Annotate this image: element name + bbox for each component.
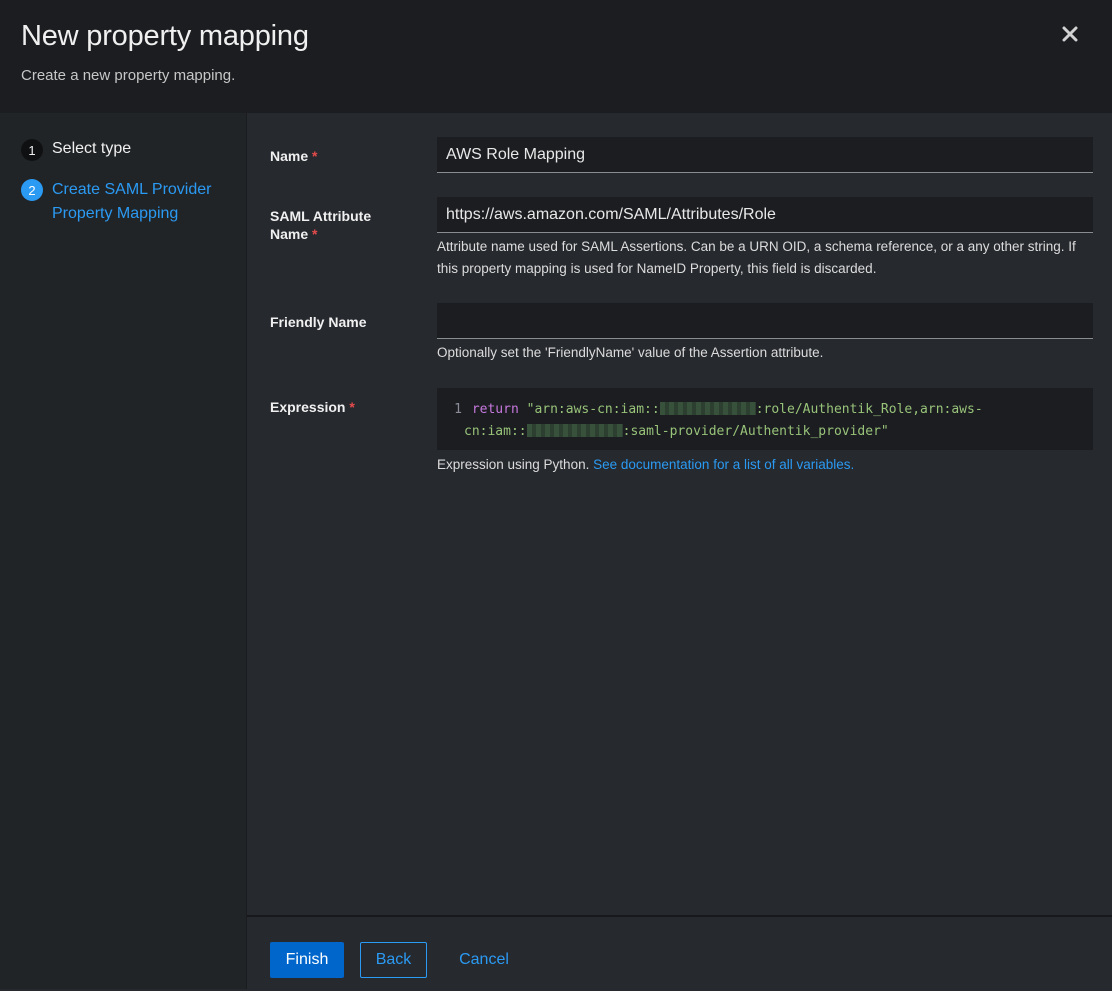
step-label: Select type (52, 140, 132, 157)
name-label: Name * (270, 148, 318, 164)
code-string: cn:iam:: (464, 424, 527, 439)
required-mark: * (349, 399, 355, 415)
code-keyword: return (471, 402, 519, 417)
friendly-name-label: Friendly Name (270, 314, 367, 330)
modal-header: New property mapping Create a new proper… (0, 0, 1112, 113)
cancel-button[interactable]: Cancel (451, 942, 517, 978)
wizard-step-select-type[interactable]: 1 Select type (21, 139, 132, 161)
wizard-nav (0, 113, 247, 989)
name-input[interactable] (437, 137, 1093, 173)
wizard-step-create-mapping[interactable]: 2 Create SAML Provider Property Mapping (21, 178, 222, 226)
code-string: "arn:aws-cn:iam:: (526, 402, 660, 417)
saml-attribute-name-help: Attribute name used for SAML Assertions.… (437, 239, 1076, 276)
expression-help: Expression using Python. See documentati… (437, 457, 855, 472)
redacted-account-id (526, 424, 623, 437)
friendly-name-help: Optionally set the 'FriendlyName' value … (437, 345, 824, 360)
wizard-body: Name * SAML Attribute Name * Attribute n… (247, 113, 1112, 915)
step-number: 1 (21, 139, 43, 161)
code-line-wrapped: cn:iam:::saml-provider/Authentik_provide… (464, 421, 889, 443)
expression-label: Expression * (270, 399, 355, 415)
required-mark: * (312, 226, 318, 242)
line-number: 1 (454, 402, 462, 417)
modal-subtitle: Create a new property mapping. (21, 67, 236, 84)
modal-title: New property mapping (21, 20, 309, 52)
step-label: Create SAML Provider Property Mapping (52, 181, 212, 222)
code-line: 1 return "arn:aws-cn:iam:::role/Authenti… (437, 399, 983, 421)
required-mark: * (312, 148, 318, 164)
saml-attribute-name-label: SAML Attribute Name * (270, 208, 372, 242)
close-icon (1062, 26, 1078, 42)
wizard-footer: Finish Back Cancel (247, 915, 1112, 991)
documentation-link[interactable]: See documentation for a list of all vari… (593, 457, 854, 472)
finish-button[interactable]: Finish (270, 942, 344, 978)
saml-attribute-name-input[interactable] (437, 197, 1093, 233)
code-string: :saml-provider/Authentik_provider" (622, 424, 889, 439)
step-number: 2 (21, 179, 43, 201)
code-string: :role/Authentik_Role,arn:aws- (755, 402, 983, 417)
close-button[interactable] (1058, 22, 1082, 46)
expression-editor[interactable]: 1 return "arn:aws-cn:iam:::role/Authenti… (437, 388, 1093, 450)
back-button[interactable]: Back (360, 942, 427, 978)
friendly-name-input[interactable] (437, 303, 1093, 339)
redacted-account-id (659, 402, 756, 415)
